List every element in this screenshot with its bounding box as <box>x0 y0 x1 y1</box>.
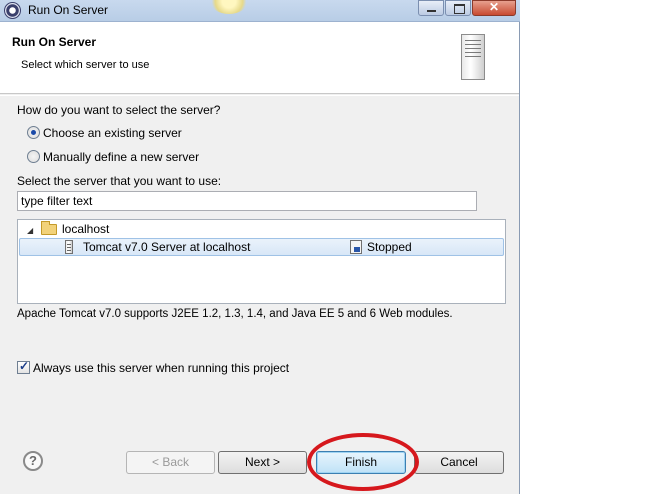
server-slot <box>465 52 481 53</box>
annotation-circle <box>307 433 419 491</box>
window-title: Run On Server <box>28 3 109 17</box>
always-use-checkbox[interactable] <box>17 359 30 374</box>
folder-icon <box>41 221 57 235</box>
next-button[interactable]: Next > <box>218 451 307 474</box>
stopped-icon <box>350 240 362 254</box>
server-tree[interactable]: ◢ localhost Tomcat v7.0 Server at localh… <box>17 219 506 304</box>
dialog-header: Run On Server Select which server to use <box>0 22 519 94</box>
server-slot <box>465 56 481 57</box>
server-icon <box>461 34 485 80</box>
header-description: Select which server to use <box>21 59 150 71</box>
server-slot <box>465 48 481 49</box>
tomcat-server-icon <box>65 240 73 254</box>
server-status: Stopped <box>367 240 412 254</box>
maximize-button[interactable] <box>445 0 471 16</box>
server-slot <box>465 40 481 41</box>
header-separator <box>0 95 519 96</box>
server-slot <box>465 44 481 45</box>
tree-row-tomcat[interactable]: Tomcat v7.0 Server at localhost Stopped <box>19 238 504 256</box>
minimize-button[interactable] <box>418 0 444 16</box>
run-on-server-dialog: Run On Server Run On Server Select which… <box>0 0 520 494</box>
close-button[interactable] <box>472 0 516 16</box>
radio-new-server-label[interactable]: Manually define a new server <box>43 150 199 164</box>
filter-input[interactable] <box>17 191 477 211</box>
title-glow <box>210 0 248 14</box>
cancel-button[interactable]: Cancel <box>414 451 504 474</box>
back-button[interactable]: < Back <box>126 451 215 474</box>
server-list-label: Select the server that you want to use: <box>17 174 222 188</box>
server-name: Tomcat v7.0 Server at localhost <box>83 240 251 254</box>
radio-existing-server[interactable] <box>27 126 40 139</box>
radio-new-server[interactable] <box>27 150 40 163</box>
window-controls <box>418 0 517 16</box>
tree-group-label[interactable]: localhost <box>62 222 109 236</box>
radio-existing-server-label[interactable]: Choose an existing server <box>43 126 182 140</box>
eclipse-icon <box>4 2 21 19</box>
expand-arrow-icon[interactable]: ◢ <box>27 226 33 235</box>
always-use-label[interactable]: Always use this server when running this… <box>33 361 289 375</box>
title-bar[interactable]: Run On Server <box>0 0 520 22</box>
help-icon[interactable]: ? <box>23 451 43 471</box>
header-title: Run On Server <box>12 35 97 49</box>
selection-question: How do you want to select the server? <box>17 103 221 117</box>
server-description: Apache Tomcat v7.0 supports J2EE 1.2, 1.… <box>17 308 453 320</box>
